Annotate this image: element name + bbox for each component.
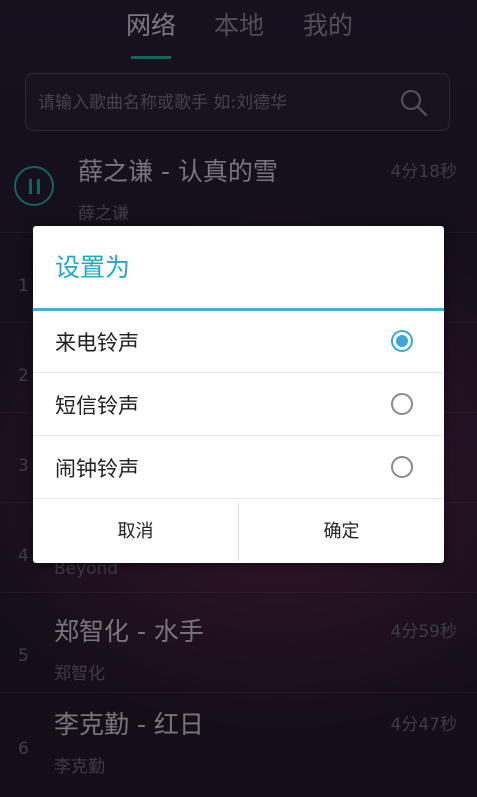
- option-label: 闹钟铃声: [55, 457, 139, 481]
- option-alarm-tone[interactable]: 闹钟铃声: [33, 437, 444, 499]
- option-sms-tone[interactable]: 短信铃声: [33, 374, 444, 436]
- option-label: 来电铃声: [55, 331, 139, 355]
- confirm-button[interactable]: 确定: [239, 500, 444, 563]
- set-as-dialog: 设置为 来电铃声 短信铃声 闹钟铃声 取消 确定: [33, 226, 444, 563]
- radio-checked-icon[interactable]: [391, 330, 413, 352]
- cancel-button[interactable]: 取消: [33, 500, 238, 563]
- option-label: 短信铃声: [55, 394, 139, 418]
- option-ringtone[interactable]: 来电铃声: [33, 311, 444, 373]
- dialog-title: 设置为: [55, 253, 131, 282]
- radio-unchecked-icon[interactable]: [391, 393, 413, 415]
- radio-unchecked-icon[interactable]: [391, 456, 413, 478]
